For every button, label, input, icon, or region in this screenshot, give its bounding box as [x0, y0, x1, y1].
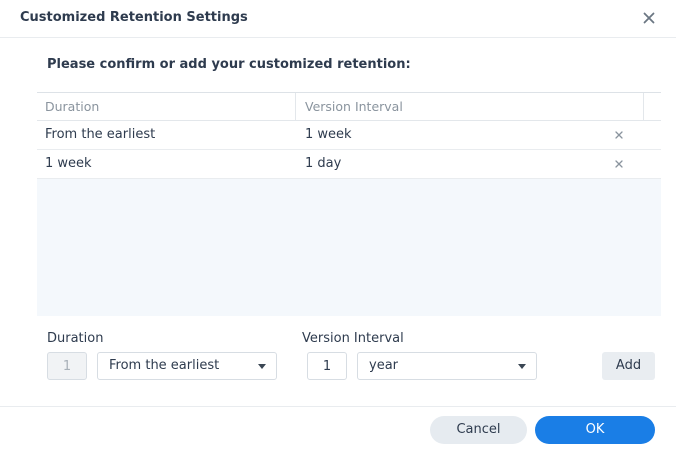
chevron-down-icon [258, 364, 266, 369]
chevron-down-icon [518, 364, 526, 369]
duration-label: Duration [47, 331, 104, 346]
version-interval-number-input[interactable] [307, 352, 347, 380]
table-row[interactable]: From the earliest 1 week [37, 121, 661, 150]
ok-button[interactable]: OK [535, 416, 655, 444]
add-button[interactable]: Add [602, 352, 655, 380]
version-interval-label: Version Interval [302, 331, 404, 346]
row-version-interval: 1 week [305, 127, 352, 142]
duration-select[interactable]: From the earliest [97, 352, 277, 380]
duration-select-value: From the earliest [109, 358, 220, 373]
retention-prompt: Please confirm or add your customized re… [47, 57, 411, 72]
column-header-version-interval[interactable]: Version Interval [296, 93, 644, 121]
table-row[interactable]: 1 week 1 day [37, 150, 661, 179]
column-header-duration[interactable]: Duration [37, 93, 296, 121]
delete-row-icon[interactable] [613, 129, 625, 141]
close-icon [643, 12, 655, 24]
table-header: Duration Version Interval [37, 92, 661, 121]
close-button[interactable] [640, 9, 658, 27]
dialog-title: Customized Retention Settings [20, 10, 248, 25]
row-duration: 1 week [45, 156, 92, 171]
row-version-interval: 1 day [305, 156, 342, 171]
version-interval-select[interactable]: year [357, 352, 537, 380]
version-interval-select-value: year [369, 358, 399, 373]
delete-row-icon[interactable] [613, 158, 625, 170]
dialog-titlebar: Customized Retention Settings [0, 0, 676, 38]
retention-table: Duration Version Interval From the earli… [37, 92, 661, 316]
retention-dialog: Customized Retention Settings Please con… [0, 0, 676, 451]
duration-number-input[interactable] [47, 352, 87, 380]
cancel-button[interactable]: Cancel [430, 416, 527, 444]
row-duration: From the earliest [45, 127, 156, 142]
